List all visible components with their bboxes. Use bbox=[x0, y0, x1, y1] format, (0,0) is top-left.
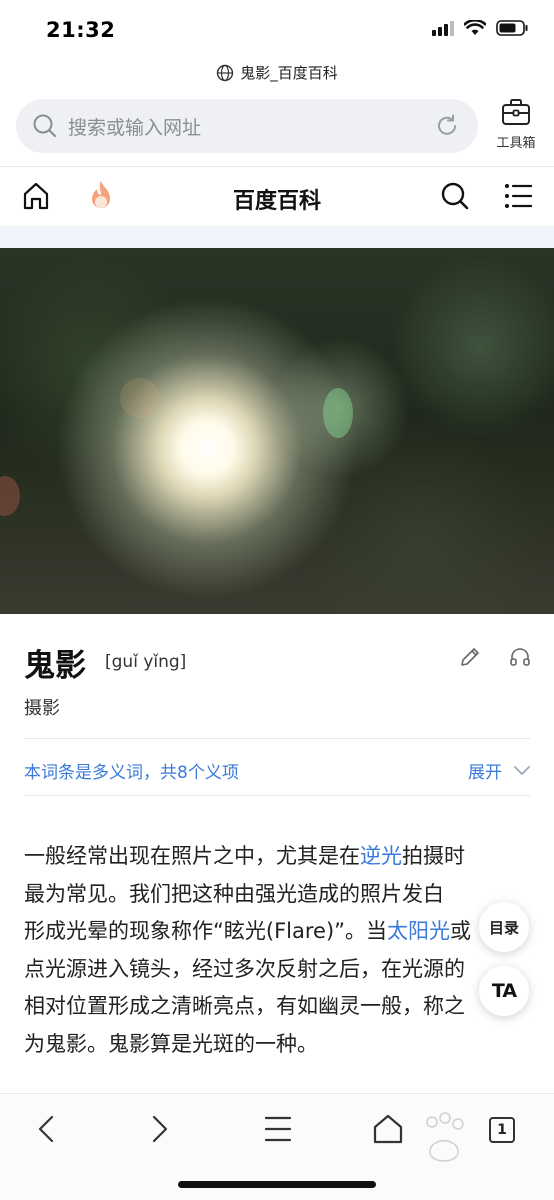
tab-count-button[interactable]: 1 bbox=[489, 1117, 515, 1143]
paragraph-line: 点光源进入镜头，经过多次反射之后，在光源的 bbox=[24, 956, 465, 981]
toolbox-label: 工具箱 bbox=[496, 136, 536, 151]
search-placeholder[interactable]: 搜索或输入网址 bbox=[68, 113, 434, 140]
headphones-icon[interactable] bbox=[509, 646, 531, 668]
entry-hero-image[interactable] bbox=[0, 248, 554, 614]
paragraph-line: 相对位置形成之清晰亮点，有如幽灵一般，称之 bbox=[24, 994, 465, 1018]
entry-title: 鬼影 bbox=[24, 648, 86, 684]
menu-icon[interactable] bbox=[504, 183, 532, 209]
site-title-bar: 鬼影_百度百科 bbox=[0, 62, 554, 83]
site-title: 鬼影_百度百科 bbox=[240, 64, 338, 82]
status-bar: 21:32 bbox=[0, 0, 554, 58]
battery-icon bbox=[496, 20, 528, 36]
expand-button[interactable]: 展开 bbox=[468, 758, 530, 783]
expand-label: 展开 bbox=[468, 763, 502, 783]
menu-lines-icon[interactable] bbox=[264, 1114, 292, 1144]
paragraph-line: 为鬼影。鬼影算是光斑的一种。 bbox=[24, 1031, 318, 1056]
nav-title: 百度百科 bbox=[232, 189, 321, 214]
back-chevron-icon[interactable] bbox=[36, 1114, 56, 1144]
search-icon[interactable] bbox=[440, 181, 470, 211]
paragraph-line: 一般经常出现在照片之中，尤其是在逆光拍摄时 bbox=[24, 838, 534, 876]
polysemy-text[interactable]: 本词条是多义词，共8个义项 bbox=[24, 758, 239, 783]
table-of-contents-button[interactable]: 目录 bbox=[479, 902, 529, 952]
address-bar[interactable]: 搜索或输入网址 bbox=[16, 99, 478, 153]
link-sunlight[interactable]: 太阳光 bbox=[387, 919, 450, 943]
status-time: 21:32 bbox=[46, 18, 116, 42]
link-backlight[interactable]: 逆光 bbox=[360, 844, 402, 868]
text-run: 一般经常出现在照片之中，尤其是在 bbox=[24, 844, 360, 868]
text-run: 拍摄时 bbox=[402, 844, 465, 868]
forward-chevron-icon[interactable] bbox=[150, 1114, 170, 1144]
lens-flare-green bbox=[323, 388, 353, 438]
paragraph-line: 形成光晕的现象称作“眩光(Flare)”。当太阳光或 bbox=[24, 913, 534, 951]
entry-pinyin: [guǐ yǐng] bbox=[105, 652, 187, 672]
paragraph-line: 最为常见。我们把这种由强光造成的照片发白 bbox=[24, 881, 444, 906]
toolbox-button[interactable]: 工具箱 bbox=[490, 98, 542, 154]
lens-flare-orange bbox=[120, 378, 160, 418]
lens-flare-red bbox=[0, 476, 20, 516]
entry-summary-paragraph: 一般经常出现在照片之中，尤其是在逆光拍摄时 最为常见。我们把这种由强光造成的照片… bbox=[24, 838, 534, 1063]
wifi-icon bbox=[464, 20, 486, 35]
polysemy-bar[interactable]: 本词条是多义词，共8个义项 展开 bbox=[24, 738, 530, 796]
status-icons bbox=[432, 20, 528, 36]
chevron-down-icon bbox=[514, 765, 530, 775]
home-indicator bbox=[178, 1181, 376, 1188]
globe-icon bbox=[217, 64, 234, 81]
cellular-signal-icon bbox=[432, 21, 454, 36]
nav-divider-strip bbox=[0, 226, 554, 248]
search-icon bbox=[33, 114, 57, 138]
edit-pencil-icon[interactable] bbox=[459, 646, 481, 668]
text-run: 形成光晕的现象称作“眩光(Flare)”。当 bbox=[24, 919, 388, 943]
entry-subtitle: 摄影 bbox=[24, 698, 60, 719]
text-run: 或 bbox=[450, 919, 472, 943]
home-icon[interactable] bbox=[372, 1114, 404, 1144]
ta-text-size-button[interactable]: TA bbox=[479, 966, 529, 1016]
baike-nav-bar: 百度百科 bbox=[0, 166, 554, 226]
paw-watermark-icon bbox=[426, 1112, 464, 1162]
toolbox-icon bbox=[502, 99, 530, 125]
refresh-icon[interactable] bbox=[434, 113, 460, 139]
